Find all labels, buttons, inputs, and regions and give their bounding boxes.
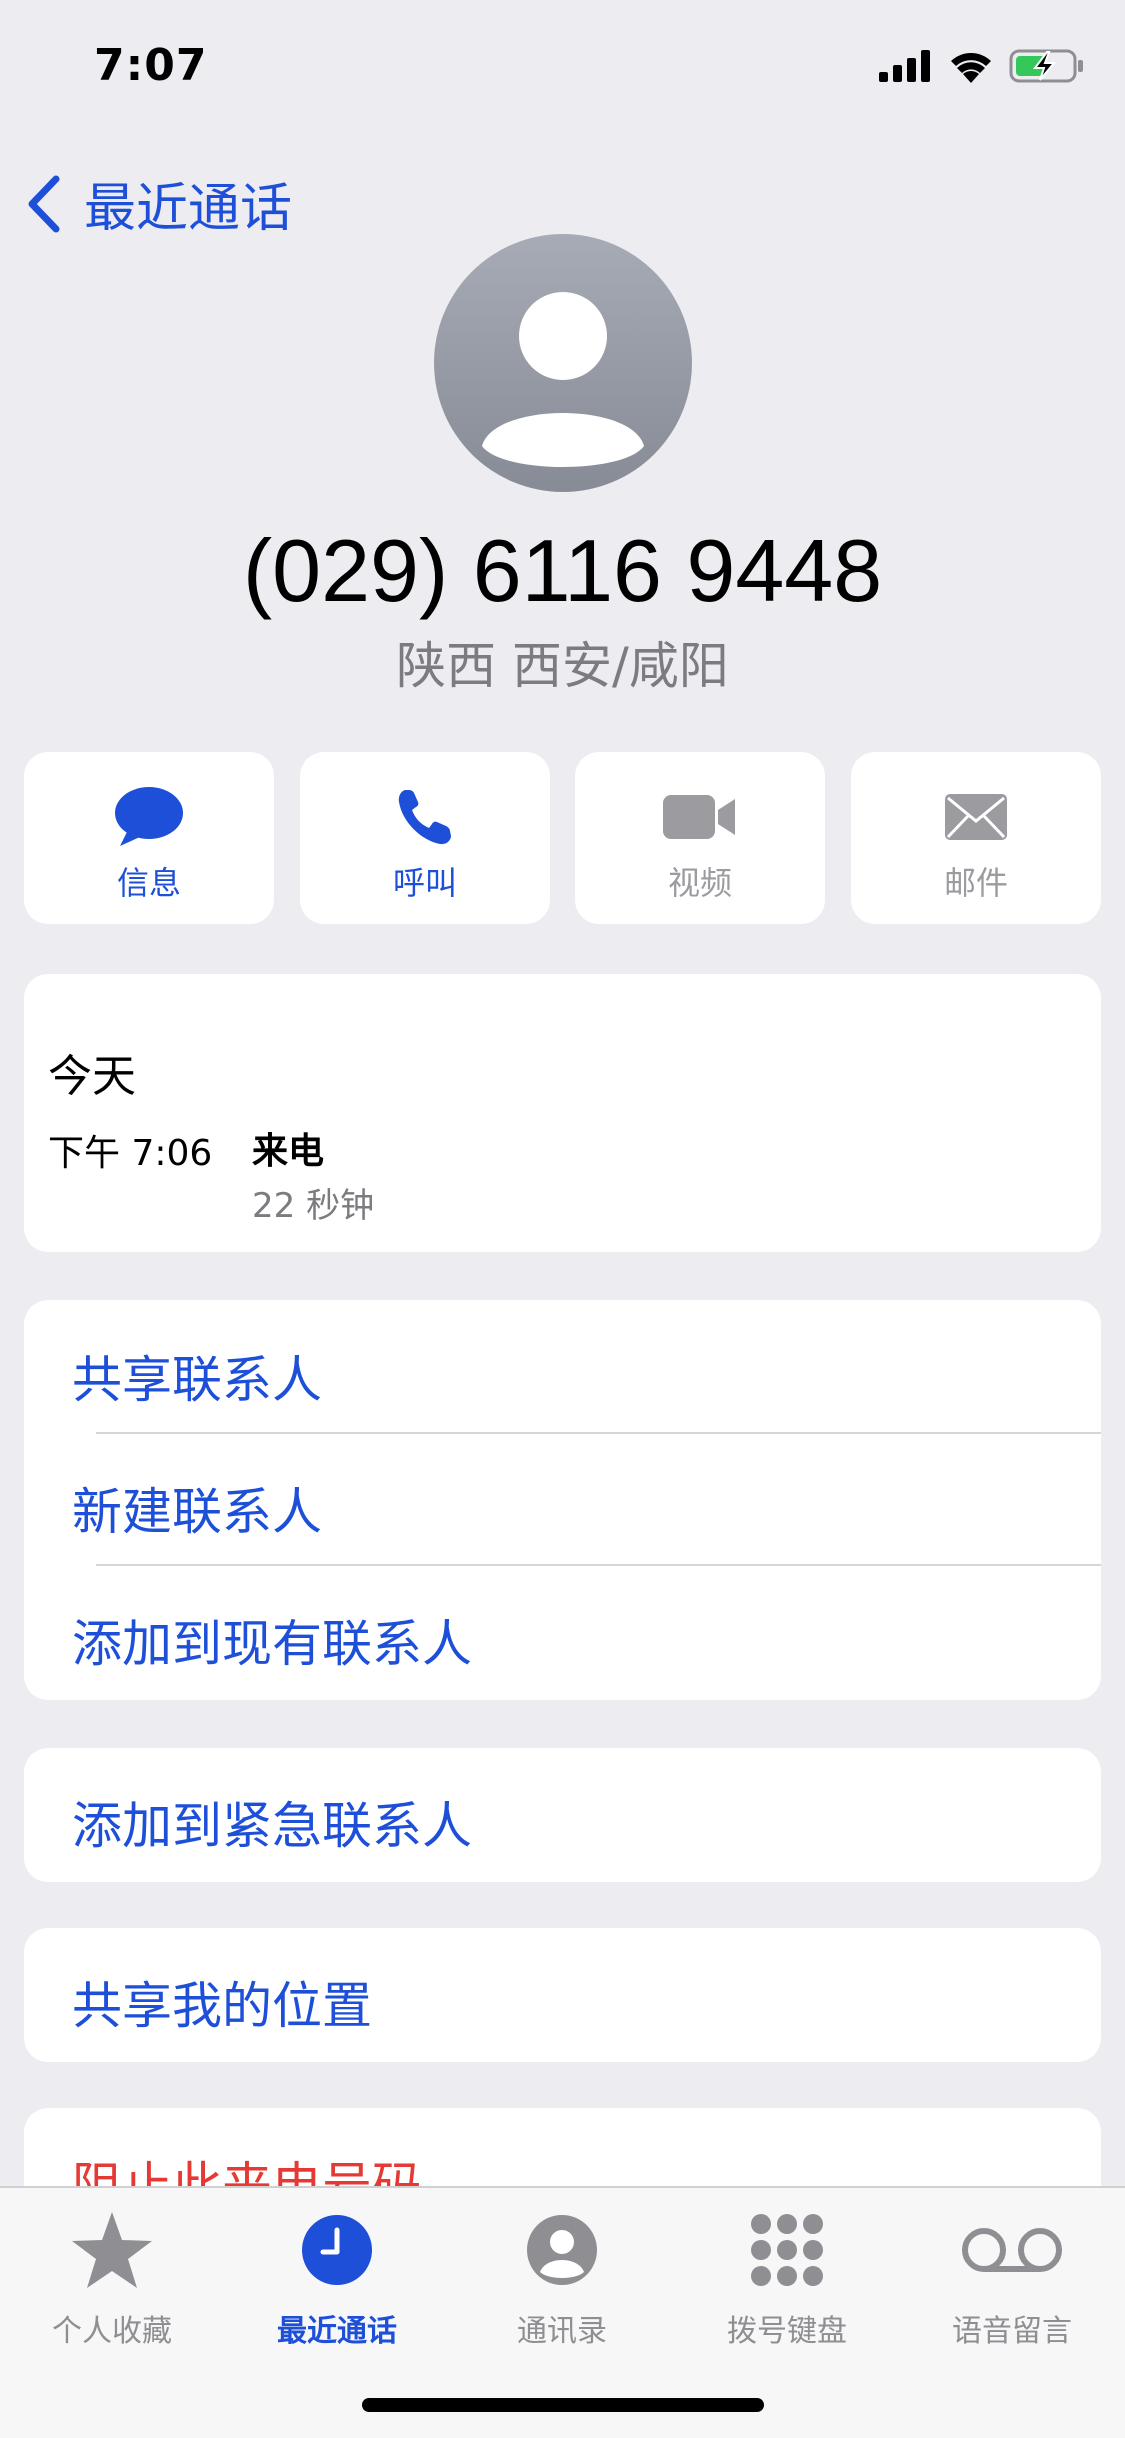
tab-keypad[interactable]: 拨号键盘	[687, 2208, 887, 2350]
chevron-left-icon	[28, 175, 60, 232]
tab-contacts[interactable]: 通讯录	[462, 2208, 662, 2350]
share-contact-option[interactable]: 共享联系人	[72, 1340, 322, 1412]
mail-button-label: 邮件	[943, 864, 1008, 902]
message-button-label: 信息	[116, 864, 181, 902]
status-icons	[879, 48, 1085, 84]
divider	[96, 1432, 1101, 1434]
battery-charging-icon	[1009, 49, 1083, 83]
person-silhouette-icon	[482, 292, 644, 467]
tab-favorites-label: 个人收藏	[52, 2314, 172, 2349]
call-button[interactable]: 呼叫	[300, 752, 550, 924]
tab-voicemail[interactable]: 语音留言	[912, 2208, 1112, 2350]
tab-recents[interactable]: 最近通话	[237, 2208, 437, 2350]
add-to-existing-contact-option[interactable]: 添加到现有联系人	[72, 1604, 472, 1676]
message-button[interactable]: 信息	[24, 752, 274, 924]
new-contact-option[interactable]: 新建联系人	[72, 1472, 322, 1544]
clock-icon	[302, 2215, 372, 2285]
status-time: 7:07	[94, 40, 208, 91]
video-camera-icon	[663, 795, 735, 839]
contacts-icon	[527, 2215, 597, 2285]
contact-location: 陕西 西安/咸阳	[396, 637, 729, 695]
call-history-card	[24, 974, 1101, 1252]
call-history-day: 今天	[48, 1051, 136, 1102]
cellular-signal-icon	[879, 50, 930, 82]
back-button[interactable]: 最近通话	[26, 166, 292, 241]
voicemail-icon	[962, 2228, 1062, 2272]
tab-favorites[interactable]: 个人收藏	[12, 2208, 212, 2350]
star-icon	[72, 2212, 152, 2288]
call-history-type: 来电	[252, 1131, 325, 1172]
share-my-location-option[interactable]: 共享我的位置	[72, 1966, 372, 2038]
phone-icon	[398, 790, 451, 845]
message-bubble-icon	[115, 787, 183, 846]
call-button-label: 呼叫	[392, 864, 457, 902]
emergency-contact-card: 添加到紧急联系人	[24, 1748, 1101, 1882]
tab-recents-label: 最近通话	[277, 2314, 397, 2349]
video-button[interactable]: 视频	[575, 752, 825, 924]
keypad-icon	[751, 2214, 823, 2286]
tab-keypad-label: 拨号键盘	[727, 2314, 847, 2349]
contact-phone-number: (029) 6116 9448	[242, 521, 883, 620]
divider	[96, 1564, 1101, 1566]
mail-button[interactable]: 邮件	[851, 752, 1101, 924]
video-button-label: 视频	[667, 864, 732, 902]
tab-contacts-label: 通讯录	[517, 2314, 607, 2349]
call-history-time: 下午 7:06	[48, 1133, 213, 1174]
share-location-card: 共享我的位置	[24, 1928, 1101, 2062]
contact-avatar	[434, 234, 692, 492]
wifi-icon	[951, 53, 991, 83]
contact-options-card: 共享联系人 新建联系人 添加到现有联系人	[24, 1300, 1101, 1700]
tab-voicemail-label: 语音留言	[952, 2314, 1072, 2349]
add-to-emergency-contacts-option[interactable]: 添加到紧急联系人	[72, 1786, 472, 1858]
mail-icon	[945, 794, 1007, 840]
home-indicator[interactable]	[362, 2398, 764, 2412]
back-label: 最近通话	[84, 179, 293, 239]
call-history-duration: 22 秒钟	[252, 1186, 375, 1226]
